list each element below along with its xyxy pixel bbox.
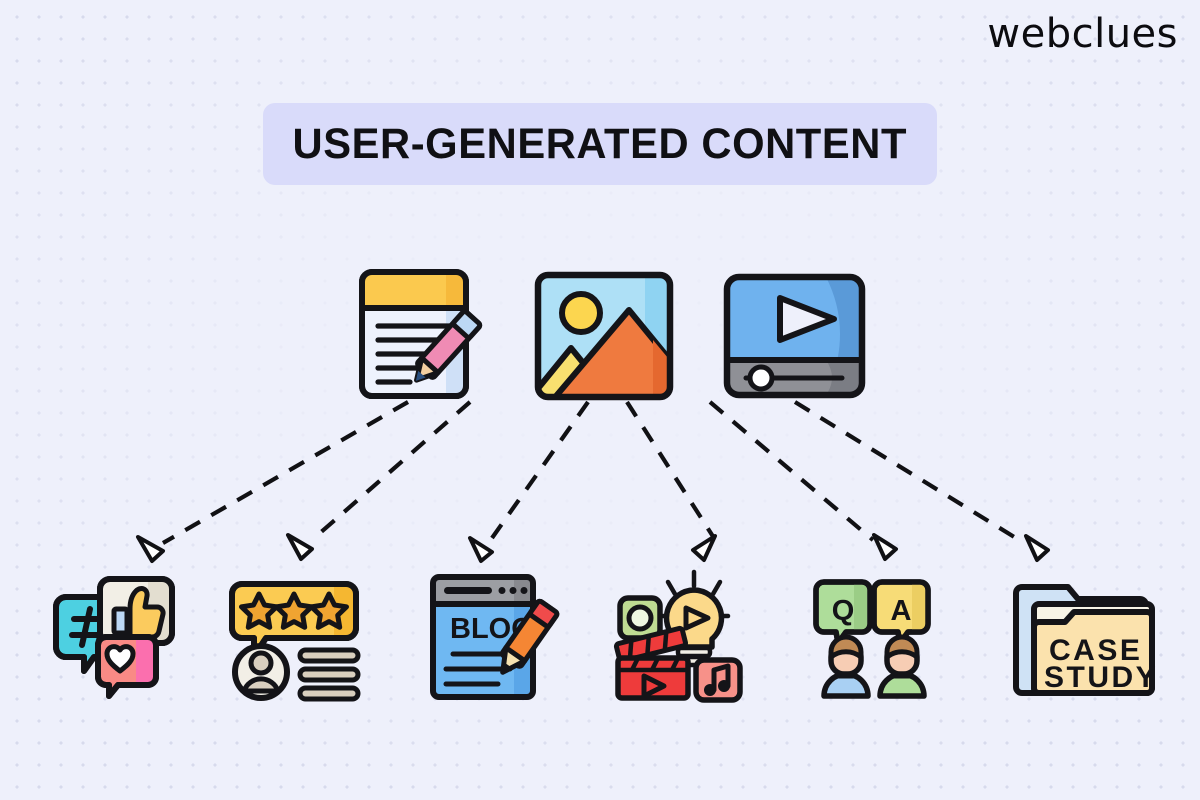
- output-creative-media[interactable]: [612, 569, 752, 703]
- question-bubble: Q: [813, 579, 873, 646]
- connector-video-to-case: [793, 400, 1026, 545]
- answer-letter: A: [891, 595, 912, 627]
- output-questions-answers[interactable]: Q A: [812, 578, 932, 700]
- music-note-icon: [693, 657, 743, 703]
- case-study-icon: CASE STUDY: [1013, 584, 1158, 696]
- arrowhead-case-study: [1024, 534, 1050, 562]
- reviews-ratings-icon: [229, 581, 361, 702]
- creative-media-icon: [613, 569, 743, 703]
- question-letter: Q: [832, 595, 855, 627]
- arrowhead-reviews: [286, 533, 314, 561]
- output-blog[interactable]: BLOG: [428, 572, 560, 702]
- connector-video-to-qa: [708, 400, 875, 542]
- connector-image-to-creative: [625, 400, 716, 540]
- camera-lens-icon: [617, 595, 663, 641]
- text-document-icon: [359, 269, 483, 399]
- image-photo-icon: [534, 271, 674, 401]
- infographic-canvas: webclues USER-GENERATED CONTENT BLOG Q A…: [0, 0, 1200, 800]
- arrowhead-creative: [691, 534, 717, 562]
- connector-image-to-blog: [490, 400, 590, 540]
- case-study-line-2: STUDY: [1044, 661, 1158, 694]
- connector-text-to-reviews: [310, 400, 472, 542]
- video-player-icon: [723, 273, 866, 399]
- connector-text-to-social: [161, 400, 410, 545]
- source-video[interactable]: [722, 272, 867, 400]
- output-reviews-ratings[interactable]: [228, 578, 363, 702]
- person-two-avatar: [877, 634, 927, 699]
- source-image[interactable]: [533, 270, 675, 402]
- reviewer-avatar: [232, 643, 290, 701]
- output-social-media[interactable]: [48, 575, 178, 700]
- arrowhead-social: [136, 535, 165, 563]
- person-one-avatar: [821, 634, 871, 699]
- rating-stars: [239, 591, 349, 630]
- social-media-icon: [53, 576, 175, 699]
- output-case-study[interactable]: CASE STUDY: [1008, 565, 1163, 700]
- page-title: USER-GENERATED CONTENT: [292, 119, 908, 168]
- answer-bubble: A: [871, 579, 931, 646]
- source-text-document[interactable]: [358, 268, 488, 403]
- arrowhead-blog: [468, 536, 494, 563]
- arrowhead-qa: [872, 533, 898, 561]
- heart-bubble: [95, 634, 159, 699]
- questions-answers-icon: Q A: [813, 579, 931, 699]
- review-text-lines: [297, 647, 361, 702]
- blog-post-icon: BLOG: [430, 574, 560, 700]
- page-title-pill: USER-GENERATED CONTENT: [263, 103, 937, 185]
- webclues-logo: webclues: [987, 11, 1178, 57]
